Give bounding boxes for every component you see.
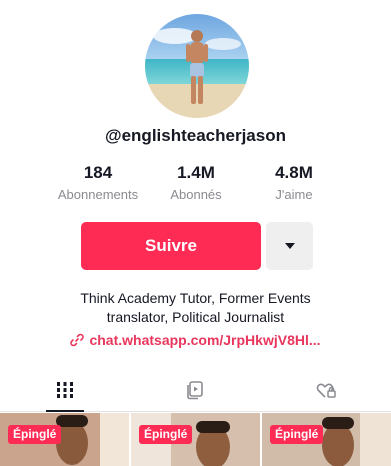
likes-label: J'aime — [275, 187, 313, 202]
video-thumbnail[interactable]: Épinglé — [262, 413, 391, 466]
following-stat[interactable]: 184 Abonnements — [50, 163, 146, 204]
stats-row: 184 Abonnements 1.4M Abonnés 4.8M J'aime — [0, 163, 391, 207]
follow-button[interactable]: Suivre — [81, 222, 261, 270]
pinned-badge: Épinglé — [270, 425, 324, 444]
following-label: Abonnements — [57, 187, 139, 202]
video-grid: Épinglé Épinglé Épinglé — [0, 413, 391, 466]
more-options-button[interactable] — [266, 222, 313, 270]
likes-stat: 4.8M J'aime — [246, 163, 342, 204]
liked-private-icon — [316, 383, 336, 398]
likes-count: 4.8M — [275, 163, 313, 182]
tab-videos[interactable] — [0, 368, 130, 412]
avatar[interactable] — [145, 14, 249, 118]
tab-reposts[interactable] — [130, 368, 260, 412]
grid-icon — [57, 382, 73, 398]
repost-icon — [187, 381, 203, 400]
link-icon — [70, 333, 85, 347]
video-thumbnail[interactable]: Épinglé — [0, 413, 129, 466]
active-tab-indicator — [46, 410, 84, 412]
followers-stat[interactable]: 1.4M Abonnés — [148, 163, 244, 204]
bio-line-1: Think Academy Tutor, Former Events — [80, 290, 311, 306]
bio-link-text: chat.whatsapp.com/JrpHkwjV8Hl... — [89, 332, 321, 348]
video-thumbnail[interactable]: Épinglé — [131, 413, 260, 466]
bio: Think Academy Tutor, Former Events trans… — [0, 289, 391, 327]
profile-page: @englishteacherjason 184 Abonnements 1.4… — [0, 0, 391, 466]
caret-down-icon — [284, 243, 295, 249]
profile-tabs — [0, 368, 391, 412]
bio-link[interactable]: chat.whatsapp.com/JrpHkwjV8Hl... — [0, 332, 391, 348]
followers-count: 1.4M — [177, 163, 215, 182]
pinned-badge: Épinglé — [8, 425, 62, 444]
username: @englishteacherjason — [105, 126, 286, 145]
followers-label: Abonnés — [170, 187, 222, 202]
tab-liked[interactable] — [261, 368, 391, 412]
following-count: 184 — [83, 163, 113, 182]
profile-photo — [145, 14, 249, 118]
pinned-badge: Épinglé — [139, 425, 193, 444]
bio-line-2: translator, Political Journalist — [106, 309, 285, 325]
